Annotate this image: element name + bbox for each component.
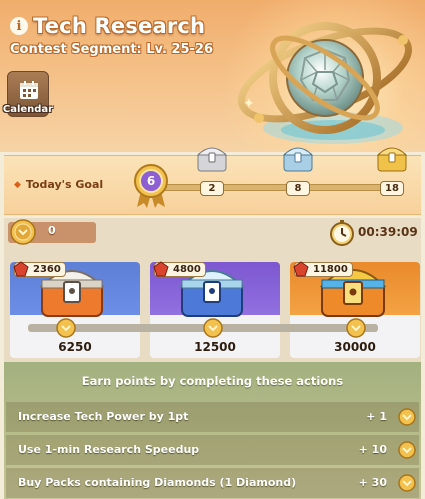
stopwatch-icon	[330, 220, 354, 246]
calendar-label: Calendar	[2, 104, 54, 115]
red-gem-icon	[153, 261, 169, 277]
action-label: Increase Tech Power by 1pt	[18, 410, 189, 423]
chest-cost-value: 2360	[33, 264, 61, 275]
calendar-icon	[20, 81, 38, 99]
milestone-value: 2	[200, 181, 224, 196]
action-points: + 30	[358, 476, 387, 489]
chest-required-points: 6250	[58, 340, 92, 354]
milestone-chest-icon[interactable]	[280, 139, 316, 175]
action-label: Buy Packs containing Diamonds (1 Diamond…	[18, 476, 297, 489]
chest-required-points: 12500	[194, 340, 236, 354]
chest-cost-value: 4800	[173, 264, 201, 275]
diamond-bullet-icon: ◆	[14, 179, 21, 190]
action-row: Buy Packs containing Diamonds (1 Diamond…	[6, 468, 419, 498]
goal-level-number: 6	[146, 174, 156, 188]
actions-title: Earn points by completing these actions	[81, 374, 344, 388]
chest-cost-value: 11800	[313, 264, 348, 275]
milestone-chest-icon[interactable]	[374, 139, 410, 175]
milestone-value: 8	[286, 181, 310, 196]
research-coin-icon	[398, 408, 416, 426]
action-row: Increase Tech Power by 1pt + 1	[6, 402, 419, 432]
contest-segment-subtitle: Contest Segment: Lv. 25-26	[10, 42, 214, 57]
chest-cost-badge: 2360	[13, 261, 66, 277]
action-points: + 10	[358, 443, 387, 456]
todays-goal-text: Today's Goal	[25, 178, 104, 191]
milestone-chest-icon[interactable]	[194, 139, 230, 175]
milestone-value: 18	[380, 181, 404, 196]
research-coin-icon	[346, 318, 366, 338]
svg-text:✦: ✦	[243, 96, 255, 112]
todays-goal-label: ◆ Today's Goal	[14, 178, 103, 191]
red-gem-icon	[13, 261, 29, 277]
goal-progress-track	[154, 184, 399, 191]
chest-required-points: 30000	[334, 340, 376, 354]
event-timer: 00:39:09	[358, 225, 418, 239]
info-icon[interactable]: i	[10, 17, 28, 35]
points-value: 0	[48, 224, 56, 237]
chest-cost-badge: 4800	[153, 261, 206, 277]
action-row: Use 1-min Research Speedup + 10	[6, 435, 419, 465]
armillary-sphere-artifact: ✦	[237, 22, 413, 144]
research-coin-icon	[398, 441, 416, 459]
chest-cost-badge: 11800	[293, 261, 353, 277]
red-gem-icon	[293, 261, 309, 277]
research-coin-icon	[10, 219, 36, 245]
research-coin-icon	[56, 318, 76, 338]
action-points: + 1	[366, 410, 387, 423]
research-coin-icon	[203, 318, 223, 338]
page-title: Tech Research	[33, 14, 206, 38]
research-coin-icon	[398, 474, 416, 492]
action-label: Use 1-min Research Speedup	[18, 443, 200, 456]
